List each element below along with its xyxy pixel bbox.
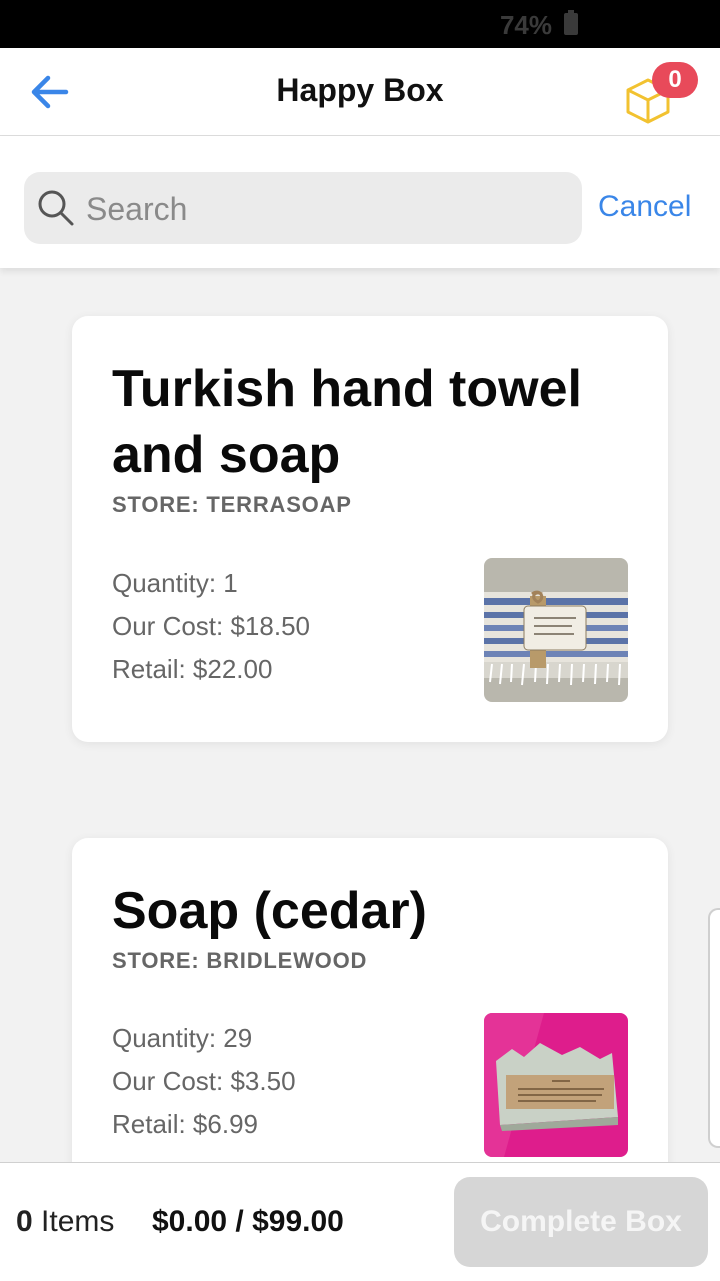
status-bar: 74%: [0, 0, 720, 48]
footer-bar: 0 Items $0.00 / $99.00 Complete Box: [0, 1162, 720, 1281]
product-retail: Retail: $22.00: [112, 654, 273, 684]
cart-count-badge: 0: [652, 62, 698, 98]
search-icon: [38, 190, 74, 226]
box-cart-button[interactable]: 0: [624, 62, 700, 124]
page-title: Happy Box: [276, 72, 444, 108]
product-title: Soap (cedar): [112, 882, 427, 940]
product-image: [484, 1013, 628, 1157]
product-retail: Retail: $6.99: [112, 1109, 258, 1139]
battery-icon: [564, 10, 578, 35]
product-quantity: Quantity: 1: [112, 568, 238, 598]
product-our-cost: Our Cost: $3.50: [112, 1066, 296, 1096]
items-summary: 0 Items: [16, 1205, 114, 1239]
search-input[interactable]: [84, 186, 568, 232]
product-store: STORE: BRIDLEWOOD: [112, 948, 368, 973]
app-header: Happy Box 0: [0, 48, 720, 136]
box-total: $0.00 / $99.00: [152, 1205, 344, 1238]
cancel-button[interactable]: Cancel: [598, 190, 691, 224]
battery-percentage: 74%: [499, 10, 552, 40]
product-card[interactable]: Soap (cedar) STORE: BRIDLEWOOD Quantity:…: [72, 838, 668, 1198]
complete-box-button[interactable]: Complete Box: [454, 1177, 708, 1267]
items-label: Items: [32, 1205, 115, 1238]
product-image: [484, 558, 628, 702]
scroll-indicator[interactable]: [708, 908, 720, 1148]
items-count: 0: [16, 1205, 33, 1238]
product-quantity: Quantity: 29: [112, 1023, 253, 1053]
search-box[interactable]: [24, 172, 582, 244]
product-store: STORE: TERRASOAP: [112, 492, 352, 517]
product-title: Turkish hand towel and soap: [112, 360, 582, 484]
search-bar: Cancel: [0, 136, 720, 268]
product-our-cost: Our Cost: $18.50: [112, 611, 310, 641]
product-card[interactable]: Turkish hand towel and soap STORE: TERRA…: [72, 316, 668, 742]
